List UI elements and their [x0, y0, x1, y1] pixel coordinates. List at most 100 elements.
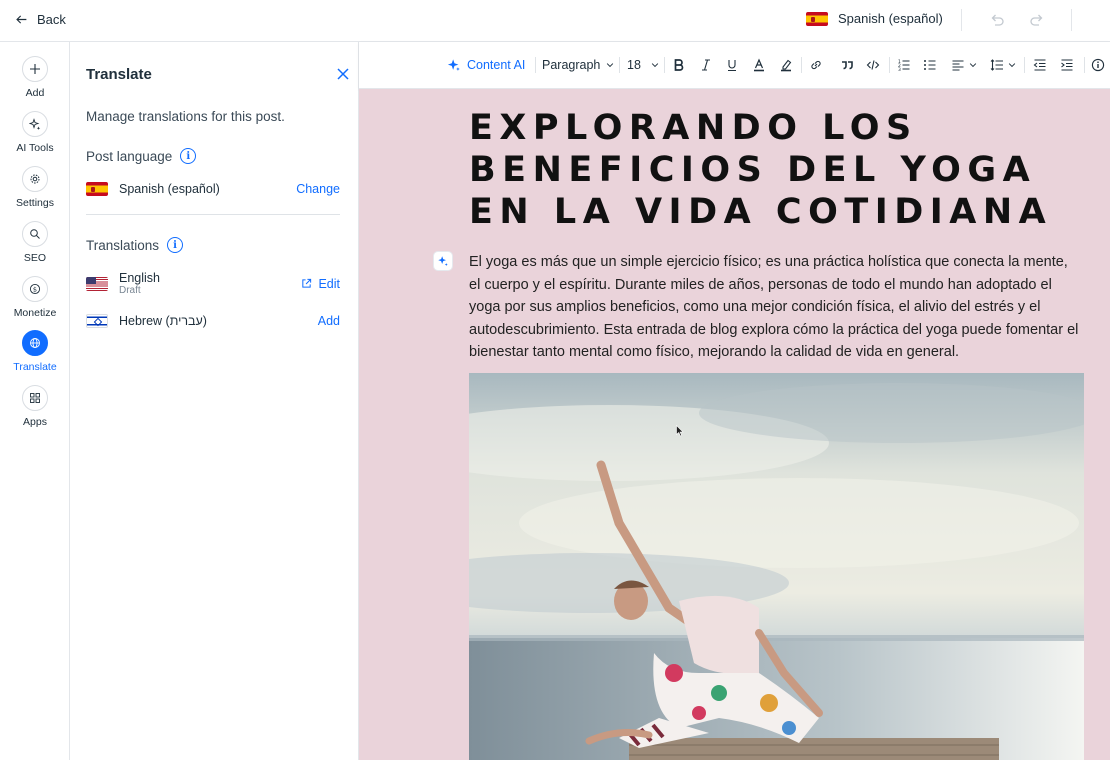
back-label: Back [37, 12, 66, 27]
redo-icon [1030, 14, 1043, 26]
rail-item-seo[interactable]: SEO [0, 221, 70, 264]
editor-toolbar: Content AI Paragraph 18 123 [359, 42, 1110, 89]
translation-row-english[interactable]: English Draft Edit [86, 271, 340, 296]
search-icon [22, 221, 48, 247]
rail-label: Translate [13, 361, 57, 373]
rail-label: Settings [16, 197, 54, 209]
topbar-divider [1071, 9, 1072, 31]
content-ai-label: Content AI [467, 58, 526, 72]
translations-heading-label: Translations [86, 237, 160, 253]
post-title[interactable]: Explorando los beneficios del yoga en la… [469, 107, 1099, 233]
code-button[interactable] [866, 56, 880, 74]
italic-icon [702, 59, 710, 71]
rail-item-add[interactable]: Add [0, 56, 70, 99]
text-color-button[interactable] [752, 56, 766, 74]
toolbar-divider [889, 57, 890, 73]
external-link-icon [302, 278, 312, 288]
bold-button[interactable] [672, 56, 686, 74]
plus-icon [22, 56, 48, 82]
line-spacing-icon [990, 59, 1003, 71]
mouse-cursor-icon [676, 425, 684, 437]
spain-flag-icon [86, 182, 108, 196]
post-canvas: Explorando los beneficios del yoga en la… [359, 89, 1110, 760]
edit-translation-link[interactable]: Edit [301, 277, 340, 291]
ai-assist-button[interactable] [434, 252, 452, 270]
highlight-button[interactable] [779, 56, 793, 74]
toolbar-divider [1084, 57, 1085, 73]
sparkle-icon [438, 256, 448, 267]
rail-item-apps[interactable]: Apps [0, 385, 70, 428]
alignment-dropdown[interactable] [951, 56, 978, 74]
chevron-down-icon [1008, 63, 1016, 68]
italic-button[interactable] [699, 56, 713, 74]
yoga-photo [469, 373, 1084, 760]
outdent-button[interactable] [1033, 56, 1047, 74]
paragraph-style-dropdown[interactable]: Paragraph [542, 56, 615, 74]
bulleted-list-button[interactable] [923, 56, 937, 74]
close-button[interactable] [336, 67, 350, 81]
line-spacing-dropdown[interactable] [990, 56, 1017, 74]
apps-icon [22, 385, 48, 411]
rail-item-ai-tools[interactable]: AI Tools [0, 111, 70, 154]
font-size-dropdown[interactable]: 18 [627, 56, 660, 74]
add-translation-link[interactable]: Add [318, 314, 340, 328]
svg-text:$: $ [33, 285, 37, 293]
post-language-row: Spanish (español) Change [86, 182, 340, 196]
translation-info: English Draft [119, 271, 160, 296]
rail-label: Monetize [13, 307, 57, 319]
indent-button[interactable] [1060, 56, 1074, 74]
outdent-icon [1033, 59, 1046, 71]
code-icon [866, 60, 880, 70]
left-rail: Add AI Tools Settings SEO $ Monetize Tra… [0, 42, 70, 760]
chevron-down-icon [651, 63, 659, 68]
toolbar-divider [535, 57, 536, 73]
translation-status: Draft [119, 285, 141, 296]
back-button[interactable]: Back [15, 12, 66, 27]
translations-heading: Translations i [86, 237, 184, 253]
svg-text:3: 3 [898, 67, 901, 72]
chevron-down-icon [969, 63, 977, 68]
undo-button[interactable] [989, 12, 1005, 28]
underline-icon [728, 60, 736, 72]
translation-row-hebrew[interactable]: Hebrew (עברית) Add [86, 314, 340, 328]
bold-icon [674, 59, 684, 71]
toolbar-divider [619, 57, 620, 73]
panel-description: Manage translations for this post. [86, 109, 285, 124]
translate-panel: Translate Manage translations for this p… [70, 42, 359, 760]
content-ai-button[interactable]: Content AI [447, 56, 525, 74]
numbered-list-button[interactable]: 123 [897, 56, 911, 74]
post-image-yoga[interactable] [469, 373, 1084, 760]
rail-label: Add [25, 87, 45, 99]
align-left-icon [952, 60, 964, 71]
translation-language-name: English [119, 271, 160, 285]
rail-item-settings[interactable]: Settings [0, 166, 70, 209]
more-info-button[interactable] [1091, 56, 1105, 74]
divider [86, 214, 340, 215]
font-size-value: 18 [627, 58, 641, 72]
redo-button[interactable] [1029, 12, 1045, 28]
highlighter-icon [781, 59, 792, 72]
underline-button[interactable] [725, 56, 739, 74]
info-circle-icon [1091, 58, 1105, 72]
gear-icon [22, 166, 48, 192]
post-body-paragraph[interactable]: El yoga es más que un simple ejercicio f… [469, 251, 1083, 364]
toolbar-divider [801, 57, 802, 73]
language-switcher[interactable]: Spanish (español) [806, 11, 943, 26]
bulleted-list-icon [924, 60, 936, 70]
toolbar-divider [1024, 57, 1025, 73]
numbered-list-icon: 123 [898, 59, 910, 72]
dollar-icon: $ [22, 276, 48, 302]
rail-item-monetize[interactable]: $ Monetize [0, 276, 70, 319]
change-language-link[interactable]: Change [296, 182, 340, 196]
edit-link-label: Edit [318, 276, 340, 291]
close-icon [337, 68, 349, 80]
rail-label: Apps [23, 416, 47, 428]
post-language-heading: Post language i [86, 148, 197, 164]
quote-icon [842, 61, 853, 70]
rail-item-translate[interactable]: Translate [0, 330, 70, 373]
info-icon[interactable]: i [167, 237, 184, 253]
spain-flag-icon [806, 11, 828, 26]
quote-button[interactable] [840, 56, 854, 74]
link-button[interactable] [809, 56, 823, 74]
info-icon[interactable]: i [180, 148, 197, 164]
